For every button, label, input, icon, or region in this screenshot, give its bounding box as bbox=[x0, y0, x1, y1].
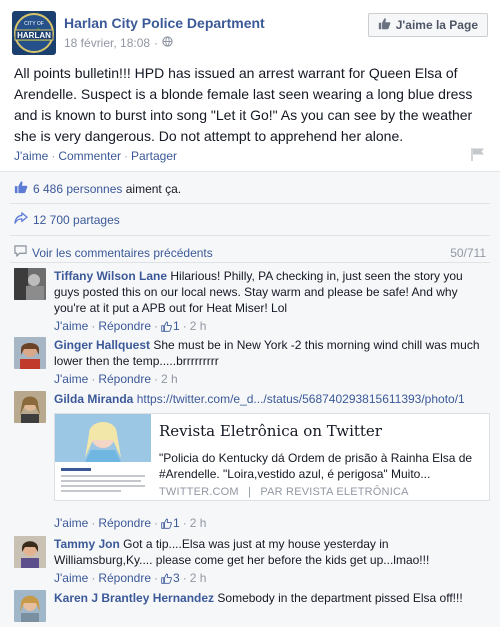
comment-like-count[interactable]: 1 bbox=[161, 515, 180, 531]
flag-icon[interactable] bbox=[470, 147, 486, 164]
comment-author[interactable]: Karen J Brantley Hernandez bbox=[54, 591, 214, 605]
divider bbox=[10, 203, 490, 204]
post-text: All points bulletin!!! HPD has issued an… bbox=[14, 65, 473, 144]
avatar[interactable] bbox=[14, 391, 46, 423]
comment-like-count[interactable]: 1 bbox=[161, 318, 180, 334]
avatar[interactable] bbox=[14, 268, 46, 300]
comment-counter: 50/711 bbox=[450, 245, 486, 260]
post-meta: 18 février, 18:08 · bbox=[64, 36, 173, 50]
divider bbox=[10, 235, 490, 236]
comment-like-link[interactable]: J'aime bbox=[54, 570, 88, 586]
comment-reply-link[interactable]: Répondre bbox=[98, 318, 151, 334]
comment-reply-link[interactable]: Répondre bbox=[98, 515, 151, 531]
preview-source: TWITTER.COM | PAR REVISTA ELETRÔNICA bbox=[159, 486, 409, 498]
comment-author[interactable]: Tammy Jon bbox=[54, 537, 120, 551]
comment-time[interactable]: 2 h bbox=[190, 570, 207, 586]
avatar[interactable] bbox=[14, 337, 46, 369]
comment-like-link[interactable]: J'aime bbox=[54, 515, 88, 531]
divider bbox=[10, 262, 490, 263]
comment-url-link[interactable]: https://twitter.com/e_d.../status/568740… bbox=[137, 392, 465, 406]
likes-people-link[interactable]: 6 486 personnes bbox=[33, 182, 122, 196]
preview-image bbox=[55, 414, 151, 500]
see-previous-row: Voir les commentaires précédents 50/711 bbox=[14, 245, 486, 260]
avatar[interactable] bbox=[14, 590, 46, 622]
comment-reply-link[interactable]: Répondre bbox=[98, 570, 151, 586]
post-actions: J'aime · Commenter · Partager bbox=[14, 147, 486, 164]
thumbs-up-icon bbox=[161, 321, 172, 332]
avatar[interactable] bbox=[14, 536, 46, 568]
comment-author[interactable]: Ginger Hallquest bbox=[54, 338, 150, 352]
page-name-link[interactable]: Harlan City Police Department bbox=[64, 15, 265, 31]
comment-time[interactable]: 2 h bbox=[190, 318, 207, 334]
likes-suffix: aiment ça. bbox=[125, 181, 182, 196]
likes-summary: 6 486 personnes aiment ça. bbox=[14, 180, 486, 197]
comment-time[interactable]: 2 h bbox=[161, 371, 178, 387]
comment-time[interactable]: 2 h bbox=[190, 515, 207, 531]
link-preview-card[interactable]: Revista Eletrônica on Twitter "Policia d… bbox=[54, 413, 490, 501]
post-header: CITY OF HARLAN Harlan City Police Depart… bbox=[12, 11, 488, 55]
like-count-icon bbox=[14, 180, 28, 197]
like-count-value: 1 bbox=[173, 516, 180, 530]
comment-reply-link[interactable]: Répondre bbox=[98, 371, 151, 387]
preview-title[interactable]: Revista Eletrônica on Twitter bbox=[159, 422, 382, 440]
comment-author[interactable]: Tiffany Wilson Lane bbox=[54, 269, 167, 283]
comment-author[interactable]: Gilda Miranda bbox=[54, 392, 133, 406]
thumbs-up-icon bbox=[161, 518, 172, 529]
see-previous-comments-link[interactable]: Voir les commentaires précédents bbox=[32, 246, 213, 260]
logo-text-top: CITY OF bbox=[24, 21, 44, 27]
page-logo[interactable]: CITY OF HARLAN bbox=[12, 11, 56, 55]
shares-summary: 12 700 partages bbox=[14, 212, 486, 227]
like-page-label: J'aime la Page bbox=[395, 18, 478, 32]
logo-text-main: HARLAN bbox=[17, 31, 51, 40]
share-link[interactable]: Partager bbox=[131, 149, 177, 163]
preview-description: "Policia do Kentucky dá Ordem de prisão … bbox=[159, 451, 473, 481]
comment-like-count[interactable]: 3 bbox=[161, 570, 180, 586]
thumbs-up-icon bbox=[378, 17, 391, 33]
comment-like-link[interactable]: J'aime bbox=[54, 371, 88, 387]
comment-text: Somebody in the department pissed Elsa o… bbox=[217, 591, 463, 605]
shares-link[interactable]: 12 700 partages bbox=[33, 213, 120, 227]
comment-link[interactable]: Commenter bbox=[58, 149, 121, 163]
like-link[interactable]: J'aime bbox=[14, 149, 48, 163]
preview-domain: TWITTER.COM bbox=[159, 486, 239, 498]
post-date[interactable]: 18 février, 18:08 bbox=[64, 36, 150, 50]
comment-like-link[interactable]: J'aime bbox=[54, 318, 88, 334]
like-count-value: 3 bbox=[173, 571, 180, 585]
like-page-button[interactable]: J'aime la Page bbox=[367, 13, 488, 37]
thumbs-up-icon bbox=[161, 573, 172, 584]
globe-icon bbox=[162, 36, 173, 50]
comment-bubble-icon bbox=[14, 245, 27, 260]
preview-author: PAR REVISTA ELETRÔNICA bbox=[260, 486, 409, 498]
like-count-value: 1 bbox=[173, 319, 180, 333]
share-icon bbox=[14, 212, 28, 227]
